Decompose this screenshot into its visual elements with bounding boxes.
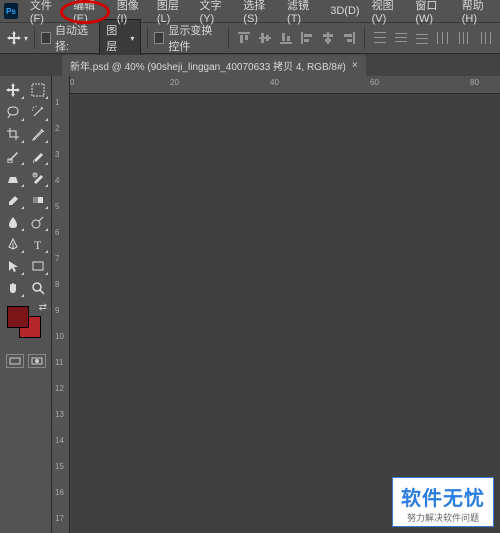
distribute-top-icon[interactable] (371, 29, 389, 47)
ruler-tick: 16 (55, 488, 64, 497)
standard-mode-icon[interactable] (6, 354, 24, 368)
path-selection-tool[interactable] (2, 256, 25, 276)
ruler-corner (52, 76, 70, 94)
ruler-tick: 1 (55, 98, 59, 107)
workspace: T ⇄ 020406080 1234567891011121314151617 (0, 76, 500, 533)
menu-bar: Ps 文件(F) 编辑(E) 图像(I) 图层(L) 文字(Y) 选择(S) 滤… (0, 0, 500, 22)
document-tab-title: 新年.psd @ 40% (90sheji_linggan_40070633 拷… (70, 58, 346, 73)
divider (228, 27, 229, 49)
distribute-group (371, 29, 494, 47)
color-swatches: ⇄ (5, 304, 49, 344)
align-right-icon[interactable] (340, 29, 358, 47)
clone-stamp-tool[interactable] (2, 168, 25, 188)
ruler-tick: 60 (370, 78, 379, 87)
eraser-tool[interactable] (2, 190, 25, 210)
toolbox: T ⇄ (0, 76, 52, 533)
distribute-bottom-icon[interactable] (413, 29, 431, 47)
move-tool[interactable] (2, 80, 25, 100)
distribute-right-icon[interactable] (476, 29, 494, 47)
crop-tool[interactable] (2, 124, 25, 144)
ruler-tick: 0 (70, 78, 74, 87)
align-top-icon[interactable] (235, 29, 253, 47)
watermark-title: 软件无忧 (401, 482, 485, 511)
menu-layer[interactable]: 图层(L) (151, 0, 194, 28)
hand-tool[interactable] (2, 278, 25, 298)
ruler-tick: 12 (55, 384, 64, 393)
active-tool-icon[interactable]: ▾ (6, 27, 28, 49)
chevron-down-icon: ▾ (130, 34, 134, 43)
document-tab-bar: 新年.psd @ 40% (90sheji_linggan_40070633 拷… (0, 54, 500, 76)
shape-tool[interactable] (27, 256, 50, 276)
align-bottom-icon[interactable] (277, 29, 295, 47)
canvas[interactable] (70, 94, 500, 533)
ruler-tick: 2 (55, 124, 59, 133)
svg-text:T: T (34, 238, 42, 251)
ruler-tick: 20 (170, 78, 179, 87)
auto-select-checkbox[interactable] (41, 32, 51, 44)
blur-tool[interactable] (2, 212, 25, 232)
app-logo: Ps (4, 3, 18, 19)
gradient-tool[interactable] (27, 190, 50, 210)
distribute-hcenter-icon[interactable] (455, 29, 473, 47)
chevron-down-icon: ▾ (24, 34, 28, 43)
distribute-vcenter-icon[interactable] (392, 29, 410, 47)
ruler-tick: 15 (55, 462, 64, 471)
ruler-tick: 7 (55, 254, 59, 263)
ruler-tick: 40 (270, 78, 279, 87)
canvas-area: 020406080 1234567891011121314151617 (52, 76, 500, 533)
menu-type[interactable]: 文字(Y) (194, 0, 238, 28)
watermark: 软件无忧 努力解决软件问题 (392, 477, 494, 527)
history-brush-tool[interactable] (27, 168, 50, 188)
dodge-tool[interactable] (27, 212, 50, 232)
divider (364, 27, 365, 49)
menu-edit[interactable]: 编辑(E) (67, 0, 111, 28)
menu-select[interactable]: 选择(S) (237, 0, 281, 28)
ruler-tick: 6 (55, 228, 59, 237)
ruler-tick: 14 (55, 436, 64, 445)
ruler-tick: 3 (55, 150, 59, 159)
ruler-tick: 9 (55, 306, 59, 315)
align-left-icon[interactable] (298, 29, 316, 47)
swap-colors-icon[interactable]: ⇄ (39, 302, 47, 313)
magic-wand-tool[interactable] (27, 102, 50, 122)
ruler-tick: 4 (55, 176, 59, 185)
menu-filter[interactable]: 滤镜(T) (281, 0, 324, 28)
menu-help[interactable]: 帮助(H) (456, 0, 500, 28)
pen-tool[interactable] (2, 234, 25, 254)
menu-window[interactable]: 窗口(W) (409, 0, 455, 28)
zoom-tool[interactable] (27, 278, 50, 298)
watermark-subtitle: 努力解决软件问题 (401, 511, 485, 524)
align-group-1 (235, 29, 358, 47)
ruler-horizontal: 0 20 40 60 80 (52, 76, 500, 94)
align-hcenter-icon[interactable] (319, 29, 337, 47)
ruler-tick: 80 (470, 78, 479, 87)
show-transform-checkbox[interactable] (154, 32, 164, 44)
ruler-tick: 17 (55, 514, 64, 523)
ruler-tick: 8 (55, 280, 59, 289)
menu-3d[interactable]: 3D(D) (324, 2, 365, 20)
quickmask-mode-icon[interactable] (28, 354, 46, 368)
close-icon[interactable]: × (352, 60, 358, 71)
divider (147, 27, 148, 49)
type-tool[interactable]: T (27, 234, 50, 254)
align-vcenter-icon[interactable] (256, 29, 274, 47)
ruler-vertical: 1234567891011121314151617 (52, 94, 70, 533)
document-tab[interactable]: 新年.psd @ 40% (90sheji_linggan_40070633 拷… (62, 55, 366, 76)
edit-mode-toggle (2, 354, 49, 368)
lasso-tool[interactable] (2, 102, 25, 122)
divider (34, 27, 35, 49)
foreground-color-swatch[interactable] (7, 306, 29, 328)
ruler-tick: 11 (55, 358, 63, 367)
menu-file[interactable]: 文件(F) (24, 0, 67, 28)
marquee-tool[interactable] (27, 80, 50, 100)
healing-brush-tool[interactable] (2, 146, 25, 166)
eyedropper-tool[interactable] (27, 124, 50, 144)
ruler-tick: 5 (55, 202, 59, 211)
menu-view[interactable]: 视图(V) (366, 0, 410, 28)
brush-tool[interactable] (27, 146, 50, 166)
distribute-left-icon[interactable] (434, 29, 452, 47)
ruler-tick: 10 (55, 332, 64, 341)
ruler-tick: 13 (55, 410, 64, 419)
menu-image[interactable]: 图像(I) (111, 0, 151, 28)
